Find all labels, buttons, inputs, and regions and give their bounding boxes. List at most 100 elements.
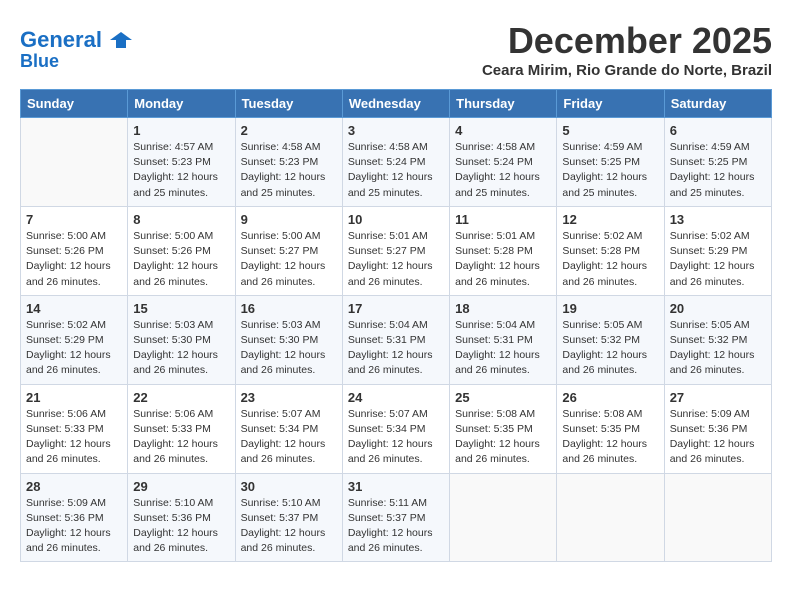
- day-number: 11: [455, 212, 551, 227]
- header-sunday: Sunday: [21, 90, 128, 118]
- cell-info: Sunrise: 5:08 AMSunset: 5:35 PMDaylight:…: [562, 407, 658, 468]
- calendar-cell: 12 Sunrise: 5:02 AMSunset: 5:28 PMDayligh…: [557, 206, 664, 295]
- logo-bird-icon: [110, 30, 132, 52]
- cell-info: Sunrise: 5:07 AMSunset: 5:34 PMDaylight:…: [348, 407, 444, 468]
- day-number: 10: [348, 212, 444, 227]
- day-number: 26: [562, 390, 658, 405]
- calendar-cell: 29 Sunrise: 5:10 AMSunset: 5:36 PMDayligh…: [128, 473, 235, 562]
- day-number: 20: [670, 301, 766, 316]
- day-number: 14: [26, 301, 122, 316]
- title-block: December 2025 Ceara Mirim, Rio Grande do…: [482, 20, 772, 79]
- day-number: 13: [670, 212, 766, 227]
- calendar-cell: 1 Sunrise: 4:57 AMSunset: 5:23 PMDaylight…: [128, 118, 235, 207]
- calendar-week-row: 14 Sunrise: 5:02 AMSunset: 5:29 PMDayligh…: [21, 295, 772, 384]
- logo: General Blue: [20, 28, 132, 72]
- cell-info: Sunrise: 5:01 AMSunset: 5:28 PMDaylight:…: [455, 229, 551, 290]
- day-number: 5: [562, 123, 658, 138]
- cell-info: Sunrise: 4:57 AMSunset: 5:23 PMDaylight:…: [133, 140, 229, 201]
- calendar-cell: 26 Sunrise: 5:08 AMSunset: 5:35 PMDayligh…: [557, 384, 664, 473]
- day-number: 17: [348, 301, 444, 316]
- cell-info: Sunrise: 5:02 AMSunset: 5:29 PMDaylight:…: [670, 229, 766, 290]
- logo-text: General: [20, 28, 132, 52]
- calendar-cell: [21, 118, 128, 207]
- calendar-cell: 5 Sunrise: 4:59 AMSunset: 5:25 PMDaylight…: [557, 118, 664, 207]
- day-number: 29: [133, 479, 229, 494]
- cell-info: Sunrise: 5:01 AMSunset: 5:27 PMDaylight:…: [348, 229, 444, 290]
- calendar-cell: 18 Sunrise: 5:04 AMSunset: 5:31 PMDayligh…: [450, 295, 557, 384]
- cell-info: Sunrise: 5:06 AMSunset: 5:33 PMDaylight:…: [26, 407, 122, 468]
- day-number: 23: [241, 390, 337, 405]
- calendar-cell: 20 Sunrise: 5:05 AMSunset: 5:32 PMDayligh…: [664, 295, 771, 384]
- calendar-cell: 28 Sunrise: 5:09 AMSunset: 5:36 PMDayligh…: [21, 473, 128, 562]
- calendar-cell: 27Sunrise: 5:09 AMSunset: 5:36 PMDayligh…: [664, 384, 771, 473]
- calendar-week-row: 21 Sunrise: 5:06 AMSunset: 5:33 PMDayligh…: [21, 384, 772, 473]
- calendar-cell: 30Sunrise: 5:10 AMSunset: 5:37 PMDayligh…: [235, 473, 342, 562]
- header-monday: Monday: [128, 90, 235, 118]
- calendar-cell: 24 Sunrise: 5:07 AMSunset: 5:34 PMDayligh…: [342, 384, 449, 473]
- cell-info: Sunrise: 4:59 AMSunset: 5:25 PMDaylight:…: [562, 140, 658, 201]
- cell-info: Sunrise: 4:58 AMSunset: 5:23 PMDaylight:…: [241, 140, 337, 201]
- day-number: 24: [348, 390, 444, 405]
- calendar-cell: 10 Sunrise: 5:01 AMSunset: 5:27 PMDayligh…: [342, 206, 449, 295]
- cell-info: Sunrise: 5:05 AMSunset: 5:32 PMDaylight:…: [670, 318, 766, 379]
- calendar-cell: 23Sunrise: 5:07 AMSunset: 5:34 PMDayligh…: [235, 384, 342, 473]
- cell-info: Sunrise: 5:03 AMSunset: 5:30 PMDaylight:…: [133, 318, 229, 379]
- cell-info: Sunrise: 5:04 AMSunset: 5:31 PMDaylight:…: [455, 318, 551, 379]
- location: Ceara Mirim, Rio Grande do Norte, Brazil: [482, 62, 772, 79]
- calendar-cell: 11 Sunrise: 5:01 AMSunset: 5:28 PMDayligh…: [450, 206, 557, 295]
- cell-info: Sunrise: 4:58 AMSunset: 5:24 PMDaylight:…: [348, 140, 444, 201]
- calendar-cell: 16 Sunrise: 5:03 AMSunset: 5:30 PMDayligh…: [235, 295, 342, 384]
- day-number: 31: [348, 479, 444, 494]
- cell-info: Sunrise: 4:59 AMSunset: 5:25 PMDaylight:…: [670, 140, 766, 201]
- cell-info: Sunrise: 5:02 AMSunset: 5:29 PMDaylight:…: [26, 318, 122, 379]
- calendar-table: SundayMondayTuesdayWednesdayThursdayFrid…: [20, 89, 772, 562]
- cell-info: Sunrise: 5:00 AMSunset: 5:27 PMDaylight:…: [241, 229, 337, 290]
- day-number: 6: [670, 123, 766, 138]
- month-title: December 2025: [482, 20, 772, 62]
- day-number: 28: [26, 479, 122, 494]
- cell-info: Sunrise: 5:05 AMSunset: 5:32 PMDaylight:…: [562, 318, 658, 379]
- calendar-cell: [664, 473, 771, 562]
- calendar-cell: [557, 473, 664, 562]
- calendar-cell: 9Sunrise: 5:00 AMSunset: 5:27 PMDaylight…: [235, 206, 342, 295]
- cell-info: Sunrise: 5:09 AMSunset: 5:36 PMDaylight:…: [26, 496, 122, 557]
- calendar-cell: 17 Sunrise: 5:04 AMSunset: 5:31 PMDayligh…: [342, 295, 449, 384]
- calendar-cell: 21 Sunrise: 5:06 AMSunset: 5:33 PMDayligh…: [21, 384, 128, 473]
- calendar-cell: 8 Sunrise: 5:00 AMSunset: 5:26 PMDaylight…: [128, 206, 235, 295]
- cell-info: Sunrise: 4:58 AMSunset: 5:24 PMDaylight:…: [455, 140, 551, 201]
- calendar-week-row: 7 Sunrise: 5:00 AMSunset: 5:26 PMDaylight…: [21, 206, 772, 295]
- cell-info: Sunrise: 5:10 AMSunset: 5:36 PMDaylight:…: [133, 496, 229, 557]
- cell-info: Sunrise: 5:09 AMSunset: 5:36 PMDaylight:…: [670, 407, 766, 468]
- day-number: 1: [133, 123, 229, 138]
- day-number: 18: [455, 301, 551, 316]
- cell-info: Sunrise: 5:03 AMSunset: 5:30 PMDaylight:…: [241, 318, 337, 379]
- calendar-week-row: 28 Sunrise: 5:09 AMSunset: 5:36 PMDayligh…: [21, 473, 772, 562]
- day-number: 16: [241, 301, 337, 316]
- cell-info: Sunrise: 5:11 AMSunset: 5:37 PMDaylight:…: [348, 496, 444, 557]
- day-number: 22: [133, 390, 229, 405]
- day-number: 21: [26, 390, 122, 405]
- cell-info: Sunrise: 5:00 AMSunset: 5:26 PMDaylight:…: [133, 229, 229, 290]
- calendar-header-row: SundayMondayTuesdayWednesdayThursdayFrid…: [21, 90, 772, 118]
- day-number: 4: [455, 123, 551, 138]
- header-saturday: Saturday: [664, 90, 771, 118]
- calendar-cell: 3 Sunrise: 4:58 AMSunset: 5:24 PMDaylight…: [342, 118, 449, 207]
- day-number: 8: [133, 212, 229, 227]
- header-friday: Friday: [557, 90, 664, 118]
- day-number: 7: [26, 212, 122, 227]
- day-number: 2: [241, 123, 337, 138]
- header-tuesday: Tuesday: [235, 90, 342, 118]
- calendar-cell: 6 Sunrise: 4:59 AMSunset: 5:25 PMDaylight…: [664, 118, 771, 207]
- day-number: 12: [562, 212, 658, 227]
- cell-info: Sunrise: 5:08 AMSunset: 5:35 PMDaylight:…: [455, 407, 551, 468]
- calendar-cell: 15Sunrise: 5:03 AMSunset: 5:30 PMDayligh…: [128, 295, 235, 384]
- day-number: 3: [348, 123, 444, 138]
- day-number: 30: [241, 479, 337, 494]
- calendar-cell: 4 Sunrise: 4:58 AMSunset: 5:24 PMDaylight…: [450, 118, 557, 207]
- calendar-cell: 2 Sunrise: 4:58 AMSunset: 5:23 PMDaylight…: [235, 118, 342, 207]
- calendar-cell: 7Sunrise: 5:00 AMSunset: 5:26 PMDaylight…: [21, 206, 128, 295]
- cell-info: Sunrise: 5:02 AMSunset: 5:28 PMDaylight:…: [562, 229, 658, 290]
- page-header: General Blue December 2025 Ceara Mirim, …: [20, 20, 772, 79]
- calendar-cell: [450, 473, 557, 562]
- cell-info: Sunrise: 5:04 AMSunset: 5:31 PMDaylight:…: [348, 318, 444, 379]
